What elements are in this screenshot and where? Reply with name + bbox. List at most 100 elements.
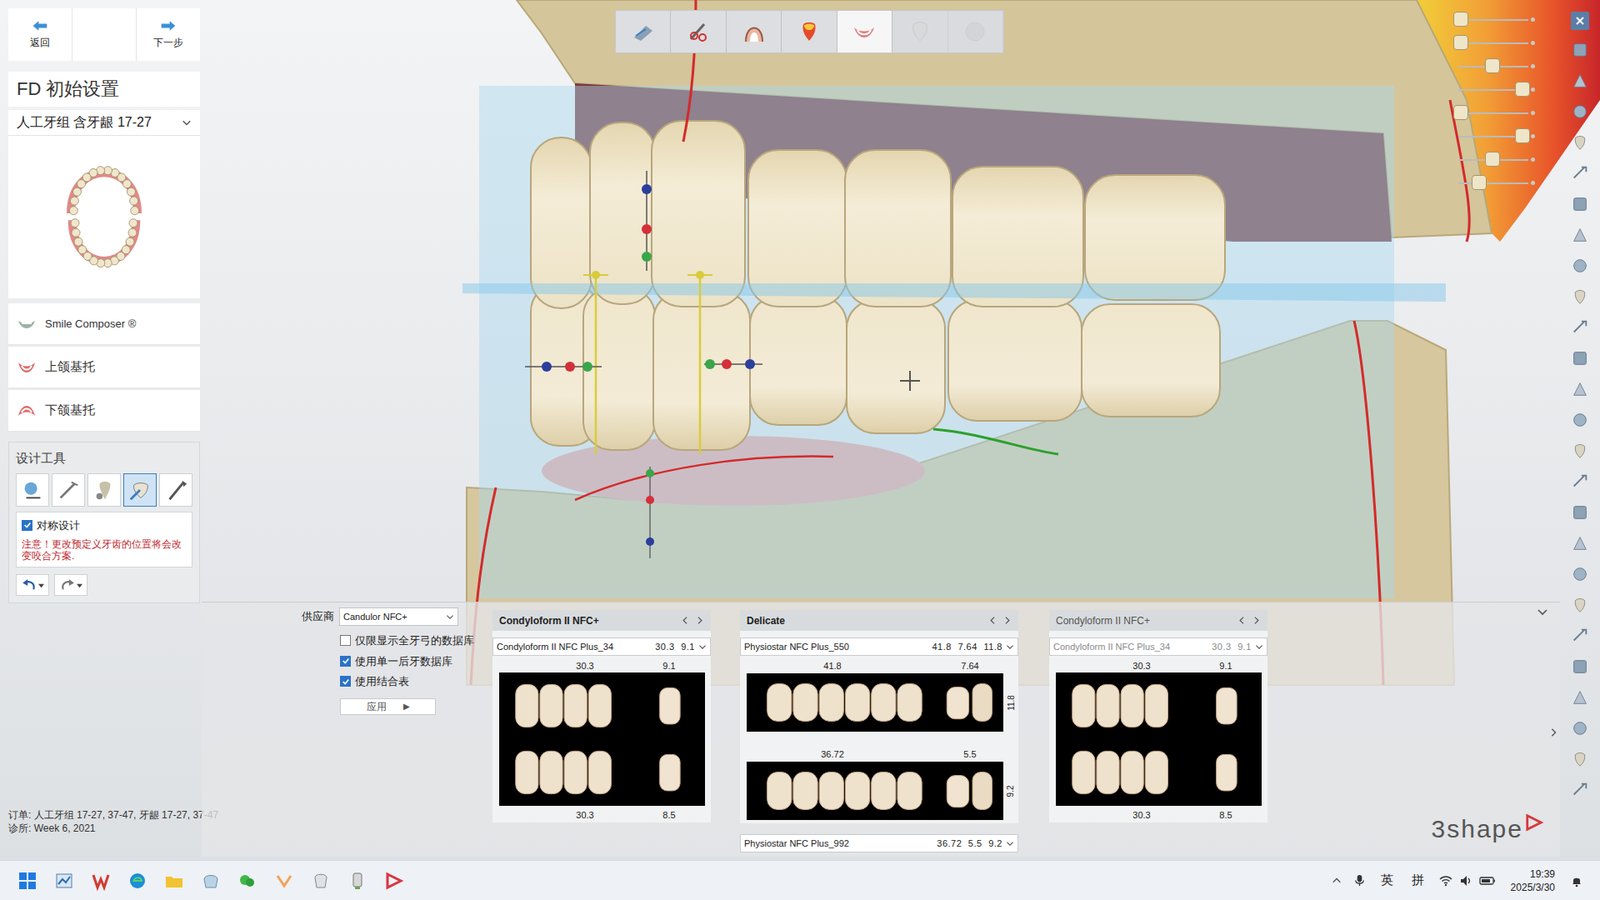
design-tool-button[interactable] <box>159 473 193 507</box>
microphone-icon[interactable] <box>1353 874 1366 887</box>
slider-thumb-icon[interactable] <box>1471 175 1487 190</box>
slider-thumb-icon[interactable] <box>1453 105 1469 120</box>
collapse-button[interactable] <box>1536 605 1549 618</box>
workflow-step[interactable] <box>948 10 1004 53</box>
section-item[interactable]: 上颌基托 <box>8 346 200 389</box>
visibility-slider[interactable] <box>1451 151 1535 168</box>
next-button[interactable] <box>1251 615 1261 625</box>
view-tool-button[interactable] <box>1569 192 1592 215</box>
visibility-slider[interactable] <box>1451 11 1535 28</box>
visibility-slider[interactable] <box>1451 81 1535 98</box>
taskbar-app[interactable] <box>200 870 222 892</box>
ime-mode[interactable]: 拼 <box>1408 870 1428 890</box>
checkbox-box[interactable] <box>340 675 351 687</box>
design-tool-button[interactable] <box>87 473 121 507</box>
redo-button[interactable] <box>54 574 88 596</box>
ime-language[interactable]: 英 <box>1377 870 1397 890</box>
taskbar-app[interactable] <box>383 870 405 892</box>
view-tool-button[interactable] <box>1569 685 1592 709</box>
system-tray[interactable] <box>1439 874 1496 888</box>
clock[interactable]: 19:392025/3/30 <box>1507 867 1559 895</box>
slider-thumb-icon[interactable] <box>1515 128 1530 144</box>
taskbar-app[interactable] <box>53 870 75 892</box>
section-item[interactable]: 下颌基托 <box>8 390 200 432</box>
slider-thumb-icon[interactable] <box>1485 151 1500 167</box>
undo-button[interactable] <box>15 574 50 596</box>
checkbox-box[interactable] <box>340 655 351 667</box>
workflow-step[interactable] <box>726 10 782 53</box>
taskbar-app[interactable] <box>236 870 259 892</box>
view-tool-button[interactable] <box>1569 69 1592 92</box>
library-option[interactable]: 使用结合表 <box>340 673 493 690</box>
view-tool-button[interactable] <box>1569 130 1592 154</box>
view-tool-button[interactable] <box>1569 747 1592 770</box>
view-tool-button[interactable] <box>1569 408 1592 431</box>
taskbar-app[interactable] <box>90 870 112 892</box>
visibility-slider[interactable] <box>1451 128 1535 145</box>
taskbar-app[interactable] <box>346 870 369 892</box>
previous-button[interactable] <box>988 615 998 625</box>
workflow-step[interactable] <box>670 10 726 53</box>
view-tool-button[interactable] <box>1569 778 1592 801</box>
view-tool-button[interactable] <box>1569 624 1592 647</box>
view-tool-button[interactable] <box>1569 377 1592 400</box>
taskbar-app[interactable] <box>310 870 332 892</box>
taskbar-app[interactable] <box>126 870 149 892</box>
expand-right-button[interactable] <box>1548 727 1559 738</box>
notification-icon[interactable] <box>1570 874 1584 888</box>
view-tool-button[interactable] <box>1569 439 1592 462</box>
mould-selector[interactable]: Condyloform II NFC Plus_3430.3 9.1 <box>1049 637 1268 656</box>
view-tool-button[interactable] <box>1569 223 1592 246</box>
view-tool-button[interactable] <box>1569 562 1592 585</box>
back-button[interactable]: 返回 <box>8 8 73 61</box>
mould-selector[interactable]: Physiostar NFC Plus_99236.72 5.5 9.2 <box>740 834 1019 853</box>
library-option[interactable]: 使用单一后牙数据库 <box>340 653 493 670</box>
view-tool-button[interactable] <box>1569 655 1592 678</box>
view-tool-button[interactable] <box>1569 100 1592 123</box>
design-tool-button[interactable] <box>15 473 50 507</box>
library-option[interactable]: 仅限显示全牙弓的数据库 <box>340 632 493 650</box>
design-tool-button[interactable] <box>123 473 157 507</box>
next-button[interactable]: 下一步 <box>136 8 200 61</box>
slider-thumb-icon[interactable] <box>1485 58 1500 74</box>
visibility-slider[interactable] <box>1451 35 1535 51</box>
view-tool-button[interactable] <box>1569 346 1592 370</box>
view-tool-button[interactable] <box>1569 531 1592 555</box>
slider-thumb-icon[interactable] <box>1453 35 1469 50</box>
view-tool-button[interactable] <box>1569 38 1592 61</box>
mould-selector[interactable]: Physiostar NFC Plus_55041.8 7.64 11.8 <box>740 637 1019 656</box>
view-tool-button[interactable] <box>1569 285 1592 308</box>
view-tool-button[interactable] <box>1569 161 1592 185</box>
slider-thumb-icon[interactable] <box>1453 11 1469 27</box>
visibility-slider[interactable] <box>1451 105 1535 121</box>
apply-button[interactable]: 应用▶ <box>340 698 436 715</box>
workflow-step[interactable] <box>615 10 671 53</box>
previous-button[interactable] <box>680 615 690 625</box>
supplier-dropdown[interactable]: Candulor NFC+ <box>339 607 459 626</box>
design-tool-button[interactable] <box>51 473 85 507</box>
view-tool-button[interactable] <box>1569 470 1592 493</box>
close-button[interactable] <box>1570 11 1590 30</box>
taskbar-app[interactable] <box>163 870 185 892</box>
tooth-set-dropdown[interactable]: 人工牙组 含牙龈 17-27 <box>8 110 200 136</box>
next-button[interactable] <box>1002 615 1012 625</box>
view-tool-button[interactable] <box>1569 593 1592 616</box>
tray-overflow-button[interactable] <box>1331 875 1342 886</box>
visibility-slider[interactable] <box>1451 58 1535 75</box>
workflow-step[interactable] <box>837 10 893 53</box>
mould-selector[interactable]: Condyloform II NFC Plus_3430.3 9.1 <box>492 637 711 656</box>
visibility-slider[interactable] <box>1451 175 1535 191</box>
view-tool-button[interactable] <box>1569 716 1592 740</box>
taskbar-app[interactable] <box>273 870 295 892</box>
workflow-step[interactable] <box>892 10 948 53</box>
previous-button[interactable] <box>1237 615 1247 625</box>
view-tool-button[interactable] <box>1569 315 1592 339</box>
view-tool-button[interactable] <box>1569 254 1592 277</box>
taskbar-app[interactable] <box>16 870 39 892</box>
checkbox-box[interactable] <box>340 635 351 646</box>
checkbox-box[interactable] <box>21 520 33 531</box>
section-item[interactable]: Smile Composer ® <box>8 303 200 345</box>
view-tool-button[interactable] <box>1569 500 1592 524</box>
workflow-step[interactable] <box>781 10 837 53</box>
slider-thumb-icon[interactable] <box>1515 81 1530 97</box>
